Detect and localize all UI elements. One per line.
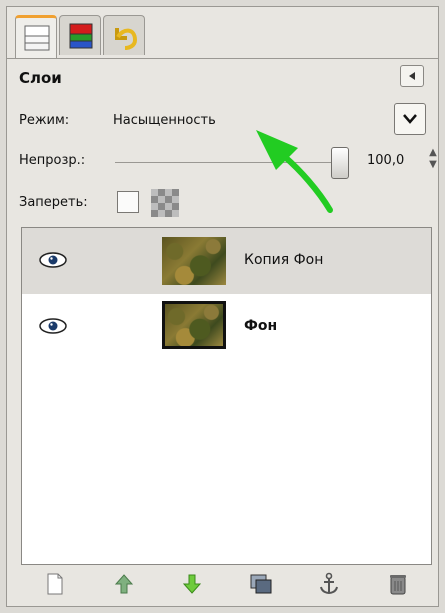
panel-title: Слои xyxy=(19,69,62,87)
eye-icon[interactable] xyxy=(38,316,68,336)
lock-pixels-checkbox[interactable] xyxy=(117,191,139,213)
undo-history-icon xyxy=(115,28,138,50)
channels-icon xyxy=(69,23,93,49)
opacity-value[interactable]: 100,0 xyxy=(367,153,404,168)
layer-thumbnail[interactable] xyxy=(162,301,226,349)
panel-menu-button[interactable] xyxy=(400,65,424,87)
panel-menu-triangle-icon xyxy=(409,72,415,80)
delete-layer-button[interactable] xyxy=(381,569,415,599)
layers-toolbar xyxy=(21,567,432,601)
anchor-layer-icon xyxy=(320,572,339,595)
new-layer-button[interactable] xyxy=(38,569,72,599)
anchor-layer-button[interactable] xyxy=(312,569,346,599)
raise-layer-icon xyxy=(114,574,133,594)
new-layer-icon xyxy=(47,573,63,595)
duplicate-layer-button[interactable] xyxy=(244,569,278,599)
opacity-spin-buttons[interactable]: ▲ ▼ xyxy=(427,147,439,177)
layer-row[interactable]: Копия Фон xyxy=(22,228,431,294)
tab-undo-history[interactable] xyxy=(103,15,145,55)
opacity-slider-track[interactable] xyxy=(115,162,337,163)
layer-thumbnail[interactable] xyxy=(162,237,226,285)
mode-select-value[interactable]: Насыщенность xyxy=(113,113,216,128)
opacity-label: Непрозр.: xyxy=(19,153,86,168)
layer-name[interactable]: Фон xyxy=(244,318,277,334)
layer-name[interactable]: Копия Фон xyxy=(244,252,323,268)
duplicate-layer-icon xyxy=(250,574,272,594)
delete-layer-icon xyxy=(389,575,406,595)
layers-list: Копия Фон Фон xyxy=(21,227,432,565)
layers-dock-panel: Слои Режим: Насыщенность Непрозр.: 100,0… xyxy=(6,6,439,607)
layers-icon xyxy=(24,25,50,51)
dock-tabs xyxy=(15,15,145,59)
layer-row[interactable]: Фон xyxy=(22,294,431,360)
mode-label: Режим: xyxy=(19,113,70,128)
lock-label: Запереть: xyxy=(19,195,88,210)
tab-divider xyxy=(7,58,438,59)
lower-layer-icon xyxy=(183,574,202,594)
eye-icon[interactable] xyxy=(38,250,68,270)
chevron-down-icon xyxy=(403,114,417,124)
opacity-slider-handle[interactable] xyxy=(331,147,349,179)
raise-layer-button[interactable] xyxy=(107,569,141,599)
tab-channels[interactable] xyxy=(59,15,101,55)
lower-layer-button[interactable] xyxy=(175,569,209,599)
mode-dropdown-button[interactable] xyxy=(394,103,426,135)
lock-alpha-icon[interactable] xyxy=(151,189,179,217)
tab-layers[interactable] xyxy=(15,15,57,59)
